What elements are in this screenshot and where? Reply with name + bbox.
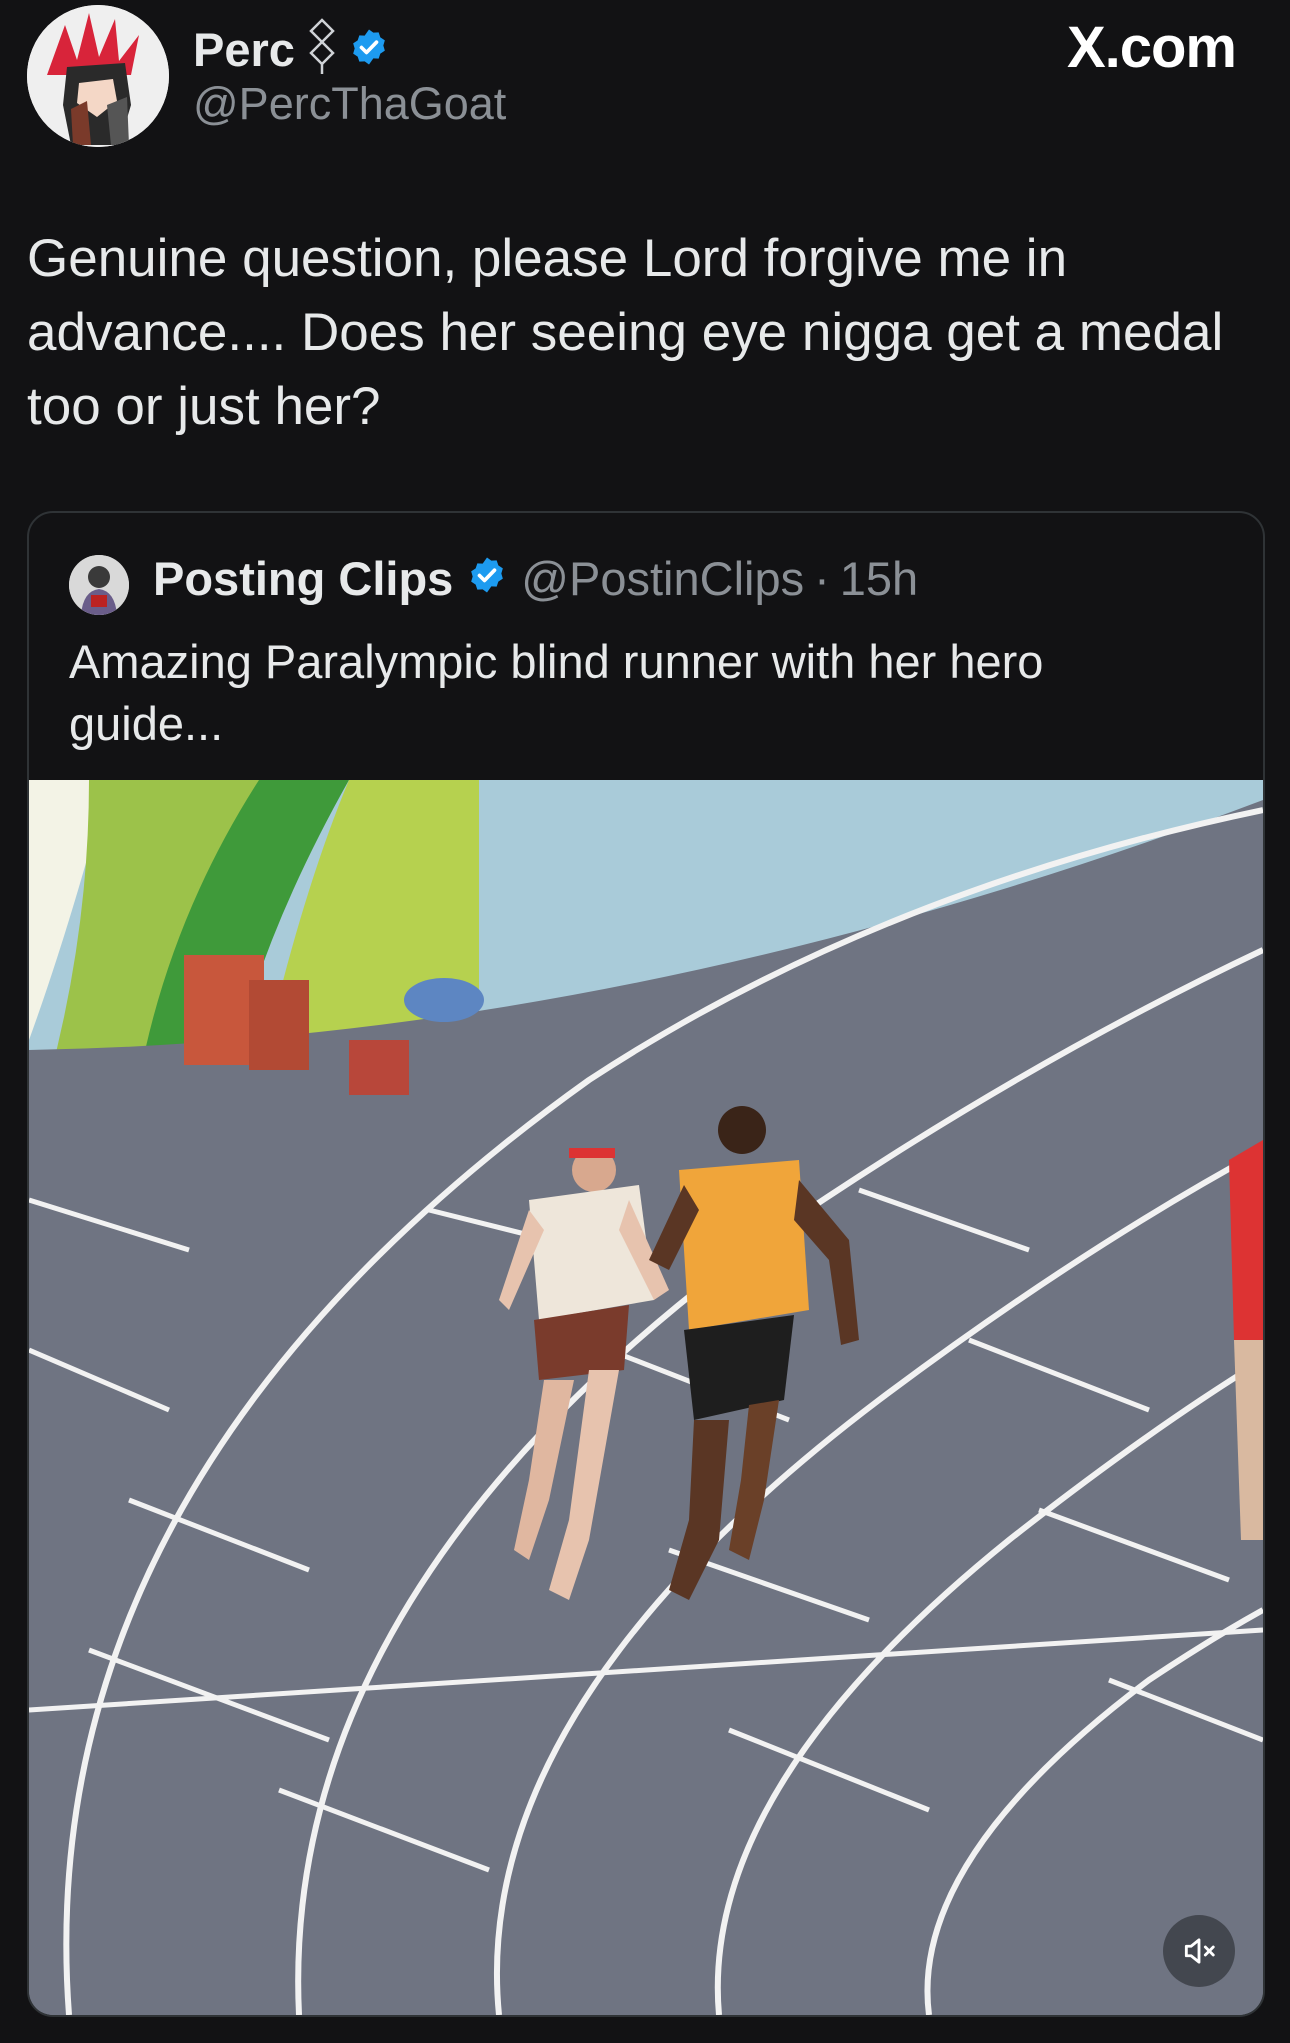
quoted-post-text: Amazing Paralympic blind runner with her… (69, 635, 1044, 750)
plug-icon (307, 18, 337, 81)
quoted-author-name[interactable]: Posting Clips (153, 551, 453, 606)
quoted-author-avatar[interactable] (69, 555, 129, 615)
mute-toggle-button[interactable] (1163, 1915, 1235, 1987)
quoted-post-card[interactable]: Posting Clips @PostinClips · 15h Amazing… (27, 511, 1265, 2017)
quoted-verified-badge-icon (467, 551, 507, 606)
brand-watermark: X.com (1066, 15, 1237, 80)
quoted-post-video[interactable] (29, 780, 1263, 2015)
volume-muted-icon (1180, 1932, 1218, 1970)
quoted-author-handle[interactable]: @PostinClips (521, 551, 804, 606)
author-avatar[interactable] (27, 5, 169, 147)
meta-separator: · (814, 552, 830, 605)
post-timestamp[interactable]: 15h (840, 551, 918, 606)
verified-badge-icon (349, 27, 389, 72)
author-display-name[interactable]: Perc (193, 22, 295, 77)
tweet-text: Genuine question, please Lord forgive me… (27, 229, 1224, 436)
author-handle[interactable]: @PercThaGoat (193, 78, 506, 130)
